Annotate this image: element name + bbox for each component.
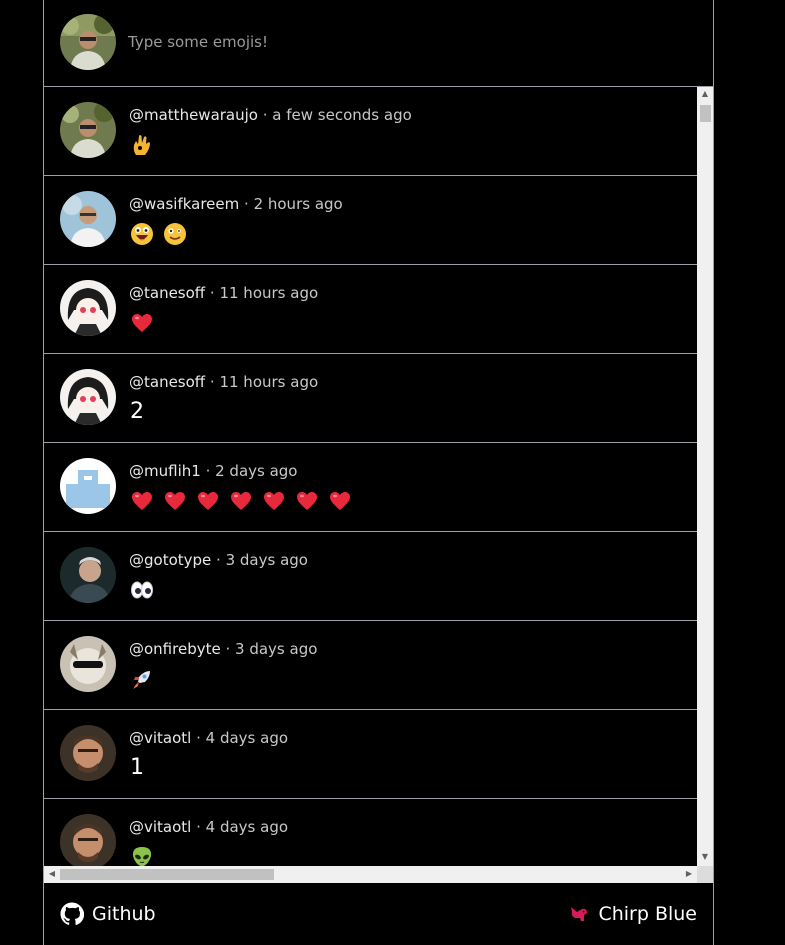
post-content: [130, 130, 163, 160]
post-meta: @vitaotl · 4 days ago: [129, 729, 288, 747]
grinning-face-emoji-icon: [130, 222, 154, 246]
vertical-scroll-thumb[interactable]: [700, 105, 711, 122]
avatar[interactable]: [60, 102, 116, 158]
post-meta: @wasifkareem · 2 hours ago: [129, 195, 343, 213]
post-handle[interactable]: @tanesoff: [129, 284, 205, 302]
scroll-left-arrow-icon[interactable]: ◀: [44, 869, 60, 878]
post-meta: @gototype · 3 days ago: [129, 551, 308, 569]
post-item[interactable]: @onfirebyte · 3 days ago: [44, 621, 697, 710]
post-handle[interactable]: @gototype: [129, 551, 211, 569]
feed-list: @matthewaraujo · a few seconds ago @wasif…: [44, 87, 697, 883]
rocket-emoji-icon: [130, 667, 154, 691]
meta-separator: ·: [191, 729, 206, 747]
heart-emoji-icon: [328, 489, 352, 513]
heart-emoji-icon: [229, 489, 253, 513]
post-meta: @tanesoff · 11 hours ago: [129, 373, 318, 391]
heart-emoji-icon: [262, 489, 286, 513]
post-item[interactable]: @tanesoff · 11 hours ago 2: [44, 354, 697, 443]
avatar[interactable]: [60, 547, 116, 603]
post-item[interactable]: @muflih1 · 2 days ago: [44, 443, 697, 532]
heart-emoji-icon: [130, 489, 154, 513]
post-content: 2: [130, 397, 144, 427]
post-meta: @tanesoff · 11 hours ago: [129, 284, 318, 302]
github-label: Github: [92, 903, 156, 925]
post-item[interactable]: @wasifkareem · 2 hours ago: [44, 176, 697, 265]
emoji-input[interactable]: [128, 30, 668, 54]
meta-separator: ·: [239, 195, 254, 213]
post-handle[interactable]: @vitaotl: [129, 818, 191, 836]
post-time: 2 hours ago: [253, 195, 343, 213]
heart-emoji-icon: [130, 311, 154, 335]
post-handle[interactable]: @tanesoff: [129, 373, 205, 391]
chirp-blue-link[interactable]: Chirp Blue: [568, 901, 697, 927]
avatar[interactable]: [60, 280, 116, 336]
post-handle[interactable]: @vitaotl: [129, 729, 191, 747]
post-time: 2 days ago: [215, 462, 298, 480]
post-content: [130, 575, 163, 605]
post-time: 4 days ago: [205, 818, 289, 836]
post-time: a few seconds ago: [272, 106, 412, 124]
github-icon: [60, 902, 84, 926]
meta-separator: ·: [200, 462, 216, 480]
avatar[interactable]: [60, 814, 116, 870]
post-item[interactable]: @matthewaraujo · a few seconds ago: [44, 87, 697, 176]
post-item[interactable]: @vitaotl · 4 days ago 1: [44, 710, 697, 799]
avatar[interactable]: [60, 458, 116, 514]
composer: [44, 0, 713, 87]
scroll-down-arrow-icon[interactable]: ▼: [697, 852, 713, 861]
post-text: 2: [130, 399, 144, 424]
post-time: 11 hours ago: [219, 284, 319, 302]
scroll-up-arrow-icon[interactable]: ▲: [697, 89, 713, 98]
heart-emoji-icon: [295, 489, 319, 513]
post-content: [130, 219, 196, 249]
zany-face-emoji-icon: [163, 222, 187, 246]
meta-separator: ·: [205, 373, 220, 391]
post-content: 1: [130, 753, 144, 783]
post-handle[interactable]: @muflih1: [129, 462, 201, 480]
horizontal-scrollbar[interactable]: ◀ ▶: [44, 866, 697, 883]
post-time: 3 days ago: [225, 551, 308, 569]
avatar[interactable]: [60, 369, 116, 425]
scrollbar-corner: [697, 866, 713, 883]
post-meta: @onfirebyte · 3 days ago: [129, 640, 317, 658]
horizontal-scroll-thumb[interactable]: [60, 869, 274, 880]
avatar[interactable]: [60, 725, 116, 781]
user-avatar: [60, 14, 116, 70]
post-meta: @vitaotl · 4 days ago: [129, 818, 288, 836]
post-content: [130, 308, 163, 338]
post-text: 1: [130, 755, 144, 780]
meta-separator: ·: [205, 284, 220, 302]
meta-separator: ·: [211, 551, 226, 569]
meta-separator: ·: [191, 818, 206, 836]
post-handle[interactable]: @wasifkareem: [129, 195, 239, 213]
brand-label: Chirp Blue: [598, 903, 697, 925]
ok-hand-emoji-icon: [130, 133, 154, 157]
post-handle[interactable]: @onfirebyte: [129, 640, 221, 658]
meta-separator: ·: [220, 640, 236, 658]
post-content: [130, 664, 163, 694]
post-item[interactable]: @gototype · 3 days ago: [44, 532, 697, 621]
avatar[interactable]: [60, 636, 116, 692]
bird-icon: [571, 907, 588, 921]
scroll-right-arrow-icon[interactable]: ▶: [681, 869, 697, 878]
heart-emoji-icon: [196, 489, 220, 513]
vertical-scrollbar[interactable]: ▲ ▼: [697, 87, 713, 866]
feed[interactable]: @matthewaraujo · a few seconds ago @wasif…: [44, 87, 713, 883]
post-time: 4 days ago: [205, 729, 289, 747]
github-link[interactable]: Github: [60, 901, 156, 927]
chirp-column: @matthewaraujo · a few seconds ago @wasif…: [43, 0, 714, 945]
footer: Github Chirp Blue: [44, 883, 713, 945]
post-time: 3 days ago: [235, 640, 318, 658]
eyes-emoji-icon: [130, 578, 154, 602]
avatar[interactable]: [60, 191, 116, 247]
heart-emoji-icon: [163, 489, 187, 513]
post-meta: @muflih1 · 2 days ago: [129, 462, 298, 480]
post-item[interactable]: @tanesoff · 11 hours ago: [44, 265, 697, 354]
meta-separator: ·: [257, 106, 273, 124]
post-handle[interactable]: @matthewaraujo: [129, 106, 258, 124]
post-content: [130, 486, 361, 516]
post-time: 11 hours ago: [219, 373, 319, 391]
post-meta: @matthewaraujo · a few seconds ago: [129, 106, 412, 124]
